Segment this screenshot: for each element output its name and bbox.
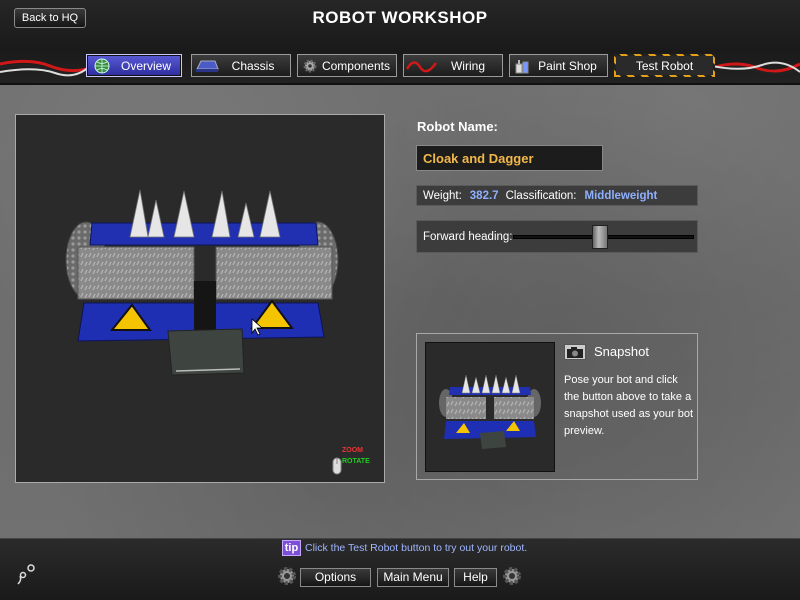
classification-value: Middleweight [584,189,658,202]
robot-stats-bar: Weight: 382.7 Classification: Middleweig… [416,185,698,206]
main-menu-button[interactable]: Main Menu [377,568,449,587]
heading-slider-thumb[interactable] [591,225,608,249]
snapshot-title: Snapshot [594,344,649,359]
rotate-hint-label: ROTATE [342,458,370,465]
gear-icon [278,567,296,585]
classification-label: Classification: [505,189,577,202]
tab-label: Components [321,58,390,73]
forward-heading-label: Forward heading: [423,231,513,243]
tab-label: Overview [120,58,171,73]
help-button[interactable]: Help [454,568,497,587]
tip-text: Click the Test Robot button to try out y… [305,542,528,554]
robot-name-label: Robot Name: [417,119,498,134]
gear-icon [503,567,521,585]
snapshot-camera-button[interactable] [564,344,586,360]
tab-label: Wiring [450,58,485,73]
camera-icon [567,347,583,358]
paint-can-icon [510,56,534,76]
robot-preview-image [439,374,541,449]
tab-label: Chassis [231,58,275,73]
robot-name-input[interactable] [416,145,603,171]
tab-test-robot[interactable]: Test Robot [614,54,715,77]
weight-value: 382.7 [469,189,499,202]
tab-wiring[interactable]: Wiring [403,54,503,77]
globe-icon [87,56,117,76]
snapshot-description: Pose your bot and click the button above… [564,374,694,437]
robot-model-image [65,189,339,376]
chassis-icon [192,56,222,76]
header-bar: ROBOT WORKSHOP Back to HQ Overview Chass… [0,0,800,85]
robot-3d-viewport[interactable]: ZOOM ROTATE [15,114,385,483]
game-logo-icon [17,564,35,585]
snapshot-preview [425,342,555,472]
workshop-tabs: Overview Chassis Components Wiring Paint… [0,54,800,78]
tab-label: Paint Shop [538,58,597,73]
wire-icon [404,56,440,76]
mouse-icon [332,457,342,475]
tab-overview[interactable]: Overview [86,54,182,77]
tab-components[interactable]: Components [297,54,397,77]
page-title: ROBOT WORKSHOP [312,8,488,27]
tab-label: Test Robot [635,58,694,73]
zoom-hint-label: ZOOM [342,447,363,454]
tab-paint-shop[interactable]: Paint Shop [509,54,608,77]
gear-icon [298,56,322,76]
weight-label: Weight: [423,189,462,202]
tip-row: tip Click the Test Robot button to try o… [282,540,527,556]
snapshot-panel: Snapshot Pose your bot and click the but… [416,333,698,480]
tab-chassis[interactable]: Chassis [191,54,291,77]
back-to-hq-button[interactable]: Back to HQ [14,8,86,28]
tip-badge: tip [282,540,301,556]
mouse-controls-hint: ZOOM ROTATE [332,445,382,477]
options-button[interactable]: Options [300,568,371,587]
forward-heading-control: Forward heading: [416,220,698,253]
